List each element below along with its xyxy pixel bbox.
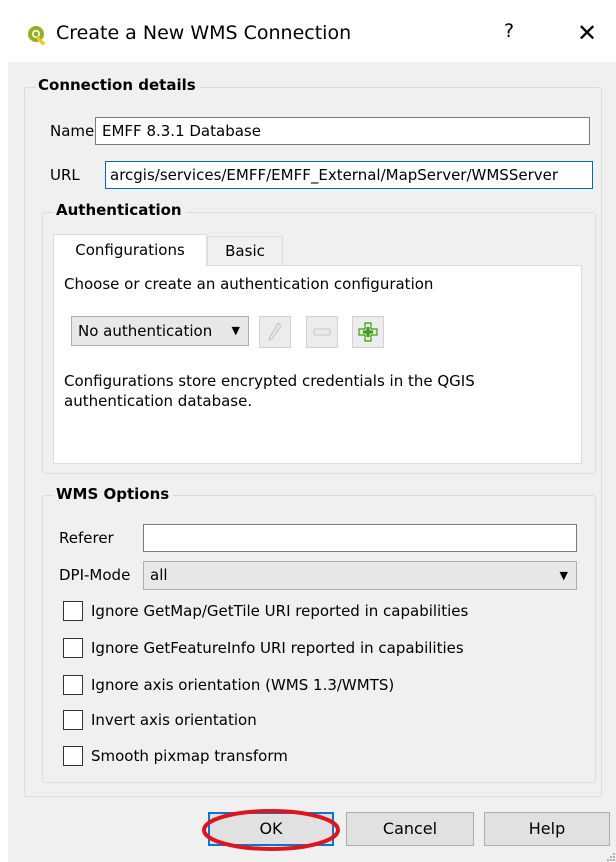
ignore-getfeatureinfo-checkbox[interactable]	[63, 638, 83, 658]
auth-info-line1: Configurations store encrypted credentia…	[64, 372, 475, 390]
dpi-mode-combo[interactable]: all ▼	[143, 561, 577, 590]
chevron-down-icon: ▼	[231, 324, 240, 337]
minus-icon	[313, 328, 331, 336]
auth-info-line2: authentication database.	[64, 392, 253, 410]
add-config-button[interactable]	[352, 316, 384, 348]
window-title: Create a New WMS Connection	[56, 22, 352, 44]
remove-config-button[interactable]	[306, 316, 338, 348]
qgis-icon	[28, 26, 46, 45]
invert-axis-orientation-label[interactable]: Invert axis orientation	[91, 711, 257, 729]
ignore-getmap-checkbox[interactable]	[63, 601, 83, 621]
referer-label: Referer	[59, 529, 114, 547]
close-button[interactable]: ✕	[570, 18, 604, 50]
ignore-getfeatureinfo-label[interactable]: Ignore GetFeatureInfo URI reported in ca…	[91, 639, 464, 657]
auth-config-value: No authentication	[78, 322, 213, 340]
name-label: Name	[50, 122, 95, 140]
tab-configurations[interactable]: Configurations	[53, 234, 207, 266]
edit-config-button[interactable]	[259, 316, 291, 348]
help-button[interactable]: Help	[484, 812, 610, 846]
chevron-down-icon: ▼	[559, 569, 568, 582]
dialog-body: Connection details Name EMFF 8.3.1 Datab…	[8, 62, 616, 862]
smooth-pixmap-checkbox[interactable]	[63, 746, 83, 766]
smooth-pixmap-label[interactable]: Smooth pixmap transform	[91, 747, 288, 765]
help-question-button[interactable]: ?	[494, 20, 524, 48]
cancel-button[interactable]: Cancel	[346, 812, 474, 846]
pencil-icon	[268, 322, 282, 341]
annotation-circle	[202, 809, 340, 851]
ignore-getmap-label[interactable]: Ignore GetMap/GetTile URI reported in ca…	[91, 602, 468, 620]
auth-prompt: Choose or create an authentication confi…	[64, 275, 434, 293]
plus-icon	[358, 322, 378, 342]
url-label: URL	[50, 166, 80, 184]
auth-config-combo[interactable]: No authentication ▼	[71, 316, 249, 346]
name-input[interactable]: EMFF 8.3.1 Database	[95, 117, 590, 145]
title-bar: Create a New WMS Connection ? ✕	[0, 0, 616, 70]
invert-axis-orientation-checkbox[interactable]	[63, 710, 83, 730]
url-input[interactable]: arcgis/services/EMFF/EMFF_External/MapSe…	[105, 161, 593, 189]
resize-grip-icon[interactable]	[606, 852, 616, 862]
tab-basic[interactable]: Basic	[207, 236, 283, 266]
wms-options-legend: WMS Options	[54, 485, 174, 503]
ignore-axis-orientation-label[interactable]: Ignore axis orientation (WMS 1.3/WMTS)	[91, 676, 394, 694]
connection-details-legend: Connection details	[36, 76, 200, 94]
ignore-axis-orientation-checkbox[interactable]	[63, 675, 83, 695]
dpi-mode-label: DPI-Mode	[59, 566, 131, 584]
dpi-mode-value: all	[150, 566, 168, 584]
authentication-legend: Authentication	[54, 201, 186, 219]
referer-input[interactable]	[143, 524, 577, 552]
configurations-pane: Choose or create an authentication confi…	[53, 265, 582, 464]
